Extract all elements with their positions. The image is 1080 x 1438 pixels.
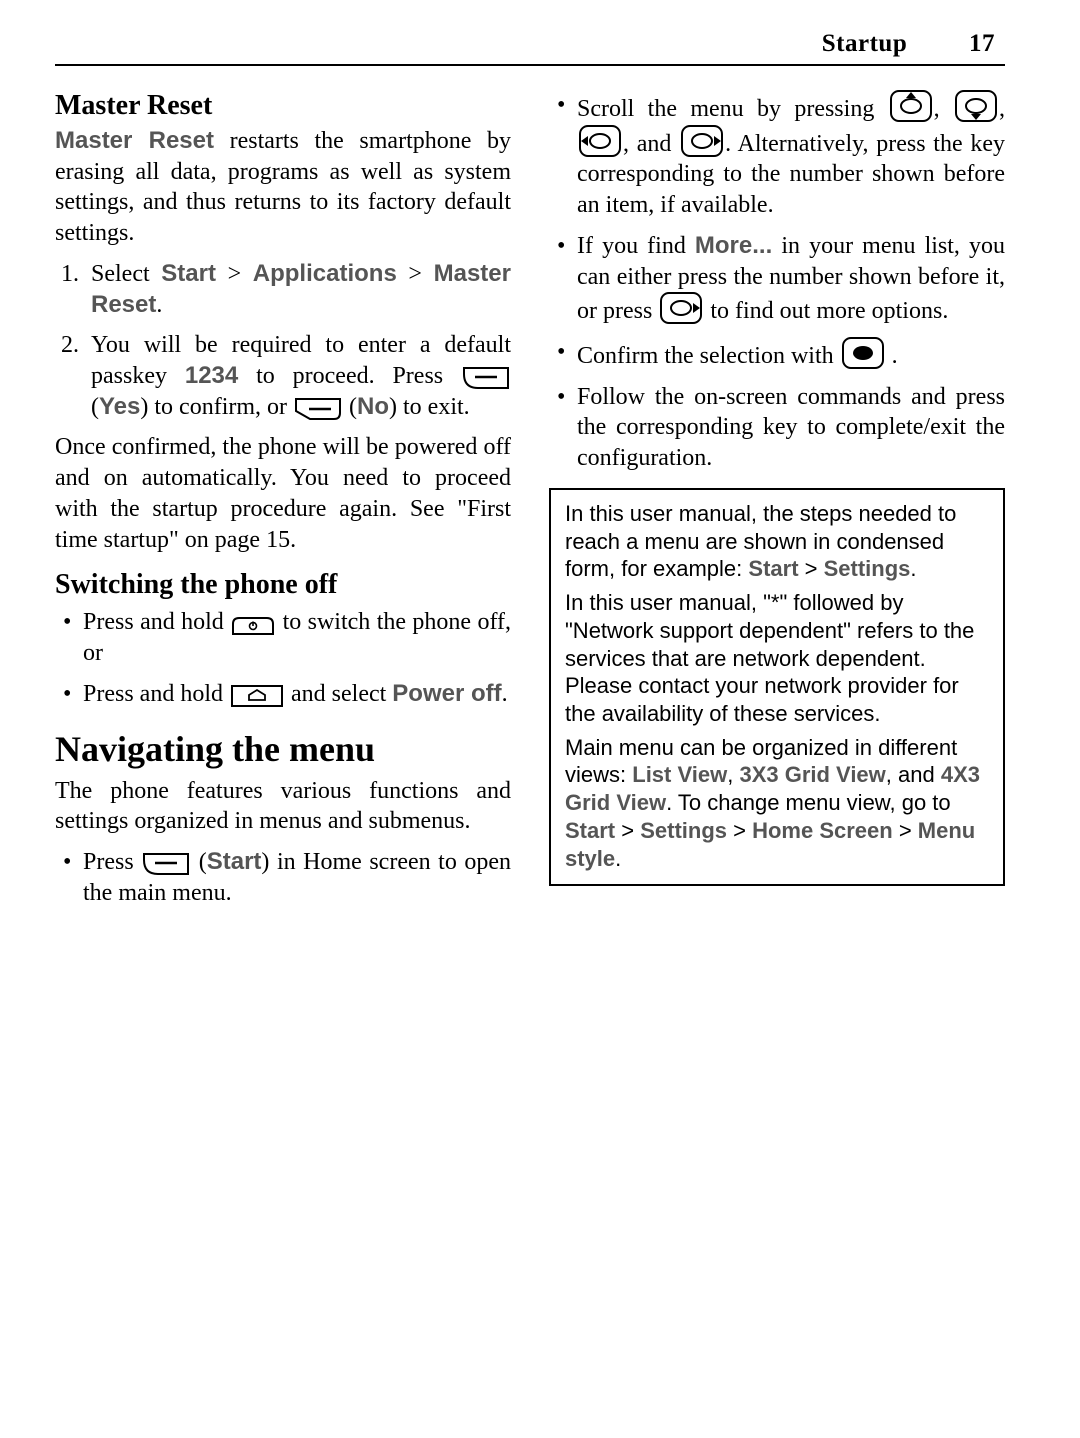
header-rule [55, 64, 1005, 66]
label-master-reset: Master Reset [55, 127, 214, 154]
chapter-name: Startup [822, 30, 907, 57]
heading-master-reset: Master Reset [55, 90, 511, 122]
dpad-up-icon [890, 90, 932, 122]
step-1: Select Start > Applications > Master Res… [85, 259, 511, 320]
note-line-2: In this user manual, "*" followed by "Ne… [565, 589, 989, 728]
home-key-icon [231, 685, 283, 707]
nav-item-confirm: Confirm the selection with . [577, 337, 1005, 372]
softkey-left-icon [463, 367, 509, 389]
note-line-1: In this user manual, the steps needed to… [565, 500, 989, 583]
step-2: You will be required to enter a default … [85, 330, 511, 422]
heading-switch-off: Switching the phone off [55, 569, 511, 601]
master-reset-after: Once confirmed, the phone will be powere… [55, 432, 511, 555]
switch-off-item-1: Press and hold to switch the phone off, … [83, 607, 511, 668]
note-box: In this user manual, the steps needed to… [549, 488, 1005, 886]
power-key-icon [232, 617, 274, 635]
dpad-left-icon [579, 125, 621, 157]
nav-item-more: If you find More... in your menu list, y… [577, 231, 1005, 327]
manual-page: Startup 17 Master Reset Master Reset res… [0, 0, 1080, 968]
master-reset-intro: Master Reset restarts the smartphone by … [55, 126, 511, 249]
nav-item-follow: Follow the on-screen commands and press … [577, 382, 1005, 474]
dpad-down-icon [955, 90, 997, 122]
note-line-3: Main menu can be organized in different … [565, 734, 989, 873]
nav-item-press-start: Press (Start) in Home screen to open the… [83, 847, 511, 908]
dpad-center-icon [842, 337, 884, 369]
softkey-right-icon [295, 398, 341, 420]
dpad-right-icon [660, 292, 702, 324]
page-number: 17 [969, 30, 995, 58]
master-reset-steps: Select Start > Applications > Master Res… [55, 259, 511, 423]
nav-intro: The phone features various functions and… [55, 776, 511, 837]
softkey-left-icon [143, 853, 189, 875]
heading-navigating-menu: Navigating the menu [55, 728, 511, 770]
switch-off-list: Press and hold to switch the phone off, … [55, 607, 511, 709]
nav-item-scroll: Scroll the menu by pressing , , , and . … [577, 90, 1005, 221]
dpad-right-icon [681, 125, 723, 157]
running-header: Startup 17 [55, 30, 1005, 58]
two-column-body: Master Reset Master Reset restarts the s… [55, 90, 1005, 908]
switch-off-item-2: Press and hold and select Power off. [83, 679, 511, 710]
